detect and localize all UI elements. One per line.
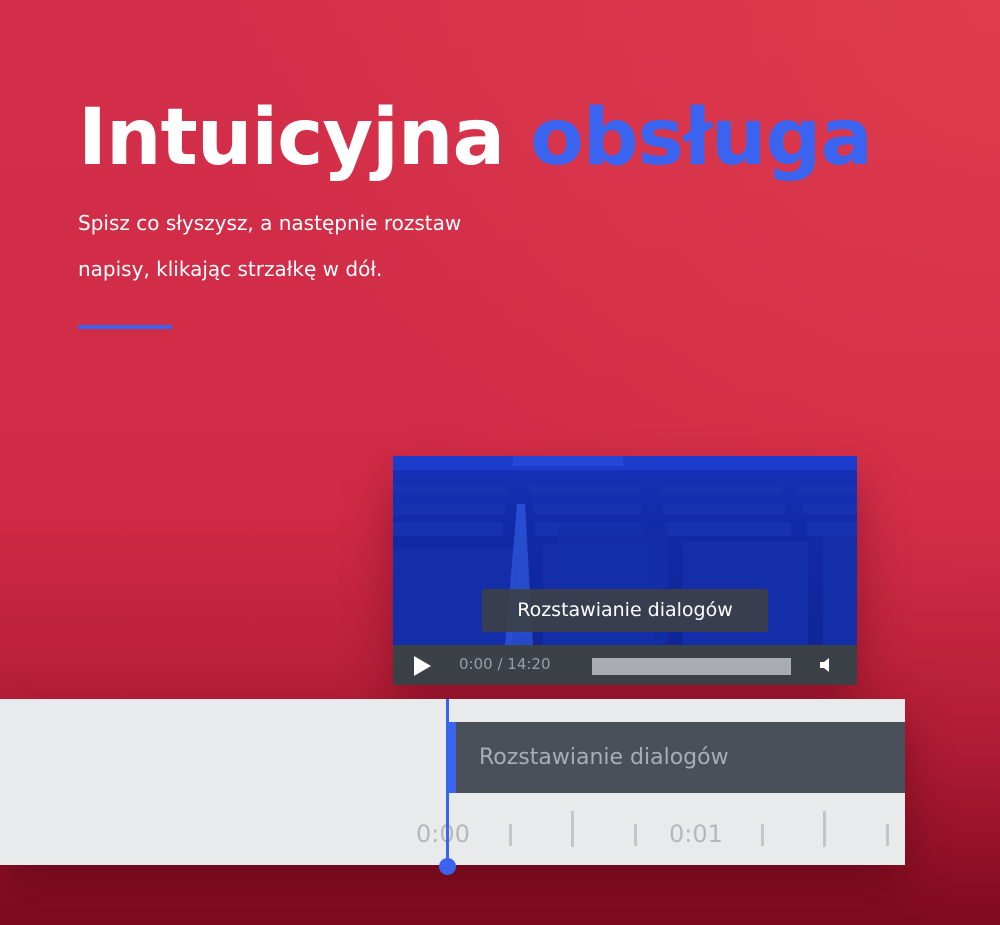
playhead-handle[interactable]	[439, 858, 456, 875]
video-frame[interactable]: Rozstawianie dialogów	[393, 456, 857, 645]
ruler-label-1: 0:01	[669, 820, 723, 848]
hero-divider	[78, 325, 172, 329]
timeline-caption-block[interactable]: Rozstawianie dialogów	[446, 722, 905, 793]
hero-title: Intuicyjna obsługa	[78, 93, 873, 183]
ruler-tick	[823, 811, 826, 847]
hero-title-accent: obsługa	[530, 93, 873, 183]
time-display: 0:00 / 14:20	[459, 655, 551, 673]
ruler-tick	[509, 824, 512, 846]
video-subtitle-overlay: Rozstawianie dialogów	[482, 589, 768, 632]
subtitle-timeline[interactable]: Rozstawianie dialogów 0:00 0:01	[0, 699, 905, 865]
ruler-label-0: 0:00	[416, 820, 470, 848]
video-controls: 0:00 / 14:20	[393, 645, 857, 685]
ruler-tick	[571, 811, 574, 847]
hero-title-main: Intuicyjna	[78, 93, 505, 183]
volume-icon[interactable]	[819, 657, 835, 673]
seek-bar[interactable]	[592, 658, 791, 675]
video-player: Rozstawianie dialogów 0:00 / 14:20	[393, 456, 857, 685]
hero-subtitle: Spisz co słyszysz, a następnie rozstaw n…	[78, 211, 462, 281]
ruler-tick	[886, 824, 889, 846]
play-icon[interactable]	[411, 655, 433, 677]
timeline-caption-text: Rozstawianie dialogów	[479, 745, 729, 770]
playhead-line[interactable]	[446, 699, 449, 865]
ruler-tick	[761, 824, 764, 846]
ruler-tick	[634, 824, 637, 846]
